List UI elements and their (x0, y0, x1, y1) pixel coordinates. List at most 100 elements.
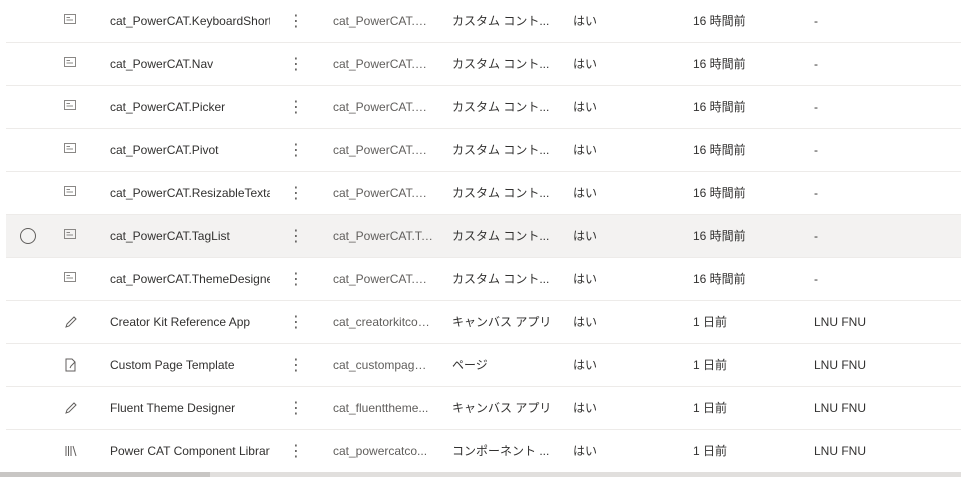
component-name-link[interactable]: Custom Page Template (110, 344, 270, 387)
custom-control-icon (64, 0, 80, 43)
more-options-icon[interactable]: ⋮ (288, 344, 304, 387)
owner: LNU FNU (814, 401, 867, 415)
managed-status: はい (573, 186, 598, 200)
more-options-icon[interactable]: ⋮ (288, 86, 304, 129)
schema-name: cat_custompaget... (333, 358, 433, 372)
component-name-link[interactable]: cat_PowerCAT.ThemeDesigner (110, 258, 270, 301)
schema-name: cat_PowerCAT.Ke... (333, 14, 433, 28)
component-type: カスタム コント... (452, 229, 550, 243)
modified-time: 1 日前 (693, 315, 728, 329)
schema-name: cat_powercatco... (333, 444, 428, 458)
component-type: カスタム コント... (452, 272, 550, 286)
canvas-app-pencil-icon (64, 301, 80, 344)
table-row[interactable]: cat_PowerCAT.Picker ⋮ cat_PowerCAT.Pi... カス… (6, 86, 961, 129)
managed-status: はい (573, 444, 598, 458)
modified-time: 16 時間前 (693, 272, 746, 286)
table-row[interactable]: Creator Kit Reference App ⋮ cat_creatorkit… (6, 301, 961, 344)
component-type: キャンバス アプリ (452, 315, 552, 329)
more-options-icon[interactable]: ⋮ (288, 0, 304, 43)
managed-status: はい (573, 272, 598, 286)
custom-control-icon (64, 258, 80, 301)
page-icon (64, 344, 80, 387)
component-type: キャンバス アプリ (452, 401, 552, 415)
row-select-cell[interactable] (20, 86, 40, 129)
table-row[interactable]: cat_PowerCAT.Pivot ⋮ cat_PowerCAT.Pi... カスタ… (6, 129, 961, 172)
more-options-icon[interactable]: ⋮ (288, 129, 304, 172)
more-options-icon[interactable]: ⋮ (288, 258, 304, 301)
table-row[interactable]: Custom Page Template ⋮ cat_custompaget... ペ… (6, 344, 961, 387)
modified-time: 16 時間前 (693, 14, 746, 28)
component-name-link[interactable]: cat_PowerCAT.Pivot (110, 129, 270, 172)
table-row[interactable]: cat_PowerCAT.ResizableTextarea ⋮ cat_Power… (6, 172, 961, 215)
more-options-icon[interactable]: ⋮ (288, 387, 304, 430)
more-options-icon[interactable]: ⋮ (288, 430, 304, 473)
component-type: カスタム コント... (452, 143, 550, 157)
table-row[interactable]: Power CAT Component Library ⋮ cat_powercat… (6, 430, 961, 473)
component-type: カスタム コント... (452, 186, 550, 200)
owner: - (814, 100, 818, 114)
owner: - (814, 14, 818, 28)
row-select-cell[interactable] (20, 129, 40, 172)
managed-status: はい (573, 57, 598, 71)
modified-time: 16 時間前 (693, 186, 746, 200)
component-name-link[interactable]: Power CAT Component Library (110, 430, 270, 473)
managed-status: はい (573, 14, 598, 28)
table-row[interactable]: cat_PowerCAT.ThemeDesigner ⋮ cat_PowerCAT.… (6, 258, 961, 301)
canvas-app-pencil-icon (64, 387, 80, 430)
modified-time: 16 時間前 (693, 229, 746, 243)
modified-time: 1 日前 (693, 401, 728, 415)
table-row[interactable]: cat_PowerCAT.Nav ⋮ cat_PowerCAT.Nav カスタム コン… (6, 43, 961, 86)
horizontal-scrollbar[interactable] (0, 472, 961, 477)
schema-name: cat_PowerCAT.Pi... (333, 100, 433, 114)
row-select-cell[interactable] (20, 301, 40, 344)
owner: - (814, 186, 818, 200)
more-options-icon[interactable]: ⋮ (288, 301, 304, 344)
component-name-link[interactable]: cat_PowerCAT.ResizableTextarea (110, 172, 270, 215)
library-icon (64, 430, 80, 473)
owner: LNU FNU (814, 358, 867, 372)
custom-control-icon (64, 129, 80, 172)
more-options-icon[interactable]: ⋮ (288, 43, 304, 86)
schema-name: cat_fluenttheme... (333, 401, 429, 415)
owner: - (814, 229, 818, 243)
component-name-link[interactable]: cat_PowerCAT.TagList (110, 215, 270, 258)
schema-name: cat_PowerCAT.Pi... (333, 143, 433, 157)
custom-control-icon (64, 172, 80, 215)
row-select-cell[interactable] (20, 258, 40, 301)
scrollbar-thumb[interactable] (0, 472, 210, 477)
table-row[interactable]: Fluent Theme Designer ⋮ cat_fluenttheme...… (6, 387, 961, 430)
managed-status: はい (573, 315, 598, 329)
schema-name: cat_PowerCAT.Nav (333, 57, 433, 71)
table-row[interactable]: cat_PowerCAT.KeyboardShortcuts ⋮ cat_Power… (6, 0, 961, 43)
table-row[interactable]: cat_PowerCAT.TagList ⋮ cat_PowerCAT.Ta... カ… (6, 215, 961, 258)
managed-status: はい (573, 100, 598, 114)
owner: - (814, 272, 818, 286)
modified-time: 16 時間前 (693, 100, 746, 114)
managed-status: はい (573, 229, 598, 243)
component-name-link[interactable]: cat_PowerCAT.Nav (110, 43, 270, 86)
row-select-cell[interactable] (20, 215, 40, 258)
component-name-link[interactable]: Creator Kit Reference App (110, 301, 270, 344)
modified-time: 16 時間前 (693, 143, 746, 157)
more-options-icon[interactable]: ⋮ (288, 172, 304, 215)
component-name-link[interactable]: cat_PowerCAT.KeyboardShortcuts (110, 0, 270, 43)
row-select-cell[interactable] (20, 43, 40, 86)
modified-time: 16 時間前 (693, 57, 746, 71)
component-type: カスタム コント... (452, 57, 550, 71)
component-name-link[interactable]: Fluent Theme Designer (110, 387, 270, 430)
custom-control-icon (64, 43, 80, 86)
row-select-cell[interactable] (20, 172, 40, 215)
row-select-cell[interactable] (20, 0, 40, 43)
row-select-cell[interactable] (20, 344, 40, 387)
row-select-cell[interactable] (20, 430, 40, 473)
owner: - (814, 57, 818, 71)
row-select-radio[interactable] (20, 228, 36, 244)
row-select-cell[interactable] (20, 387, 40, 430)
owner: LNU FNU (814, 315, 867, 329)
schema-name: cat_PowerCAT.Ta... (333, 229, 433, 243)
component-name-link[interactable]: cat_PowerCAT.Picker (110, 86, 270, 129)
component-type: コンポーネント ... (452, 444, 550, 458)
schema-name: cat_PowerCAT.Re... (333, 186, 433, 200)
more-options-icon[interactable]: ⋮ (288, 215, 304, 258)
managed-status: はい (573, 358, 598, 372)
